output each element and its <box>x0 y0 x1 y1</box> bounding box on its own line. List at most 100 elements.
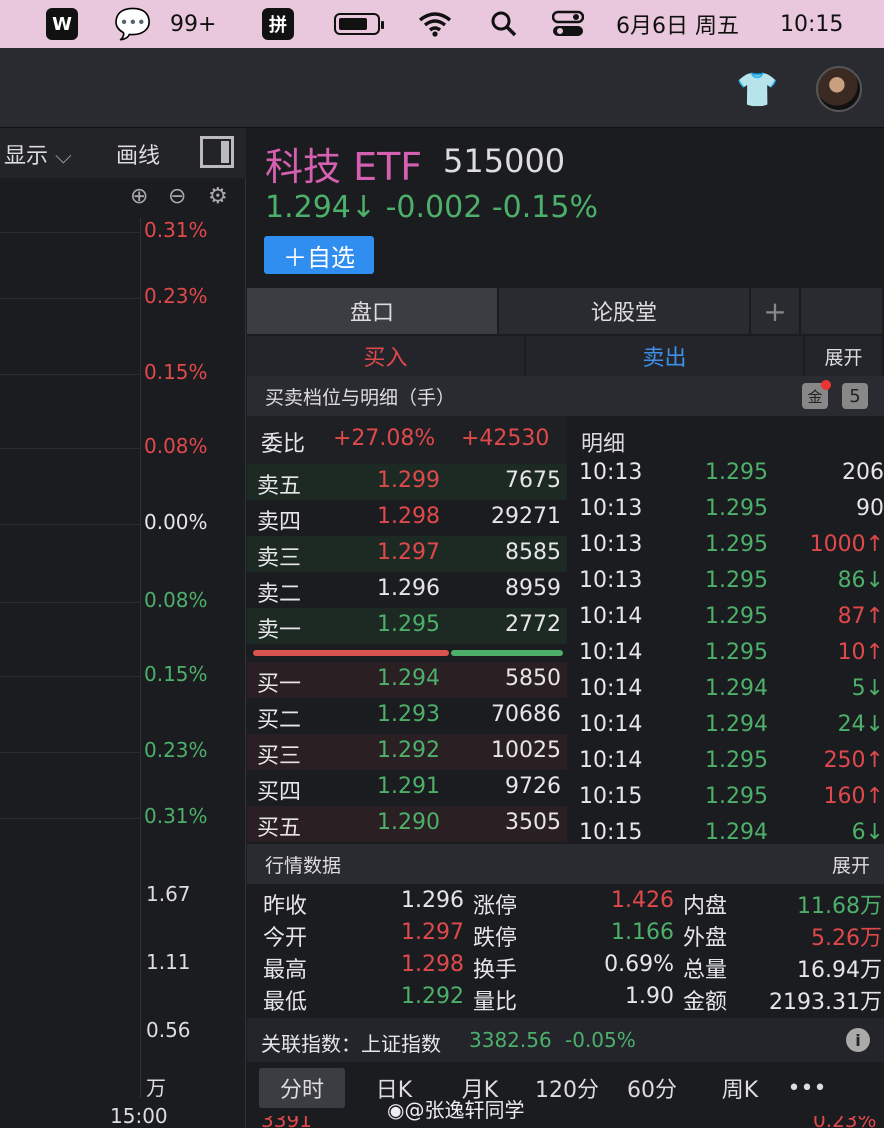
level-label: 买二 <box>257 708 302 733</box>
detail-time: 10:13 <box>579 532 643 557</box>
wechat-icon[interactable]: 💬 <box>114 0 151 48</box>
period-tab[interactable]: 60分 <box>615 1068 689 1108</box>
period-tab[interactable]: 120分 <box>525 1068 609 1108</box>
assoc-label: 关联指数：上证指数 <box>261 1032 441 1056</box>
level-label: 买四 <box>257 780 302 805</box>
detail-time: 10:14 <box>579 676 643 701</box>
grid-line <box>0 232 140 233</box>
panel-tabs: 盘口 论股堂 + <box>247 288 884 334</box>
bid-level-row[interactable]: 买四 1.291 9726 <box>247 770 567 806</box>
market-label: 金额 <box>683 990 728 1015</box>
level-label: 卖二 <box>257 582 302 607</box>
detail-volume: 10↑ <box>837 640 884 665</box>
volume-tick-label: 万 <box>146 1076 166 1100</box>
info-icon[interactable]: i <box>846 1028 870 1052</box>
expand-trade-button[interactable]: 展开 <box>805 336 884 376</box>
detail-price: 1.294 <box>705 712 768 737</box>
ask-level-row[interactable]: 卖三 1.297 8585 <box>247 536 567 572</box>
time-axis-label: 15:00 <box>110 1104 168 1128</box>
chart-panel: 显示 ⌵ 画线 ⊕ ⊖ ⚙ 0.31% 0.23% 0.15% 0.08% 0.00% 0… <box>0 128 246 1128</box>
period-tab[interactable]: 周K <box>703 1068 777 1108</box>
market-value: 0.69% <box>604 952 674 977</box>
ask-level-row[interactable]: 卖二 1.296 8959 <box>247 572 567 608</box>
volume-tick-label: 1.67 <box>146 882 191 906</box>
gear-icon[interactable]: ⚙ <box>208 184 228 209</box>
grid-line <box>0 448 140 449</box>
period-tabs: 分时 日K 月K 120分 60分 周K ••• <box>247 1068 884 1112</box>
level-volume: 3505 <box>505 810 561 835</box>
period-tab[interactable]: 分时 <box>259 1068 345 1108</box>
level-price: 1.296 <box>377 576 440 601</box>
bid-level-row[interactable]: 买二 1.293 70686 <box>247 698 567 734</box>
level-price: 1.291 <box>377 774 440 799</box>
bottom-right-value: 0.23% <box>813 1116 877 1128</box>
level-volume: 2772 <box>505 612 561 637</box>
ask-level-row[interactable]: 卖一 1.295 2772 <box>247 608 567 644</box>
assoc-value: 3382.56 <box>469 1028 552 1052</box>
tab-forum[interactable]: 论股堂 <box>499 288 751 334</box>
percent-tick-label: 0.23% <box>144 738 208 762</box>
trade-buttons: 买入 卖出 展开 <box>247 336 884 376</box>
chart-header: 显示 ⌵ 画线 <box>0 128 246 178</box>
assoc-pct: -0.05% <box>565 1028 636 1052</box>
detail-row: 10:14 1.294 5↓ <box>569 672 884 708</box>
pinyin-input-icon[interactable]: 拼 <box>262 0 294 48</box>
add-tab-button[interactable]: + <box>751 288 801 334</box>
grid-line <box>0 602 140 603</box>
level-label: 卖三 <box>257 546 302 571</box>
tab-pankou[interactable]: 盘口 <box>247 288 499 334</box>
draw-line-button[interactable]: 画线 <box>116 138 160 170</box>
avatar[interactable] <box>816 66 862 112</box>
level-volume: 7675 <box>505 468 561 493</box>
market-label: 外盘 <box>683 926 728 951</box>
search-icon[interactable] <box>490 0 518 48</box>
wechat-badge: 99+ <box>170 11 217 37</box>
market-value: 16.94万 <box>797 958 882 983</box>
detail-row: 10:14 1.295 10↑ <box>569 636 884 672</box>
period-tab[interactable]: ••• <box>777 1068 837 1108</box>
add-watchlist-button[interactable]: ＋自选 <box>264 236 374 274</box>
menubar-date[interactable]: 6月6日 周五 <box>616 0 739 48</box>
skin-shirt-icon[interactable]: 👕 <box>736 70 778 110</box>
percent-tick-label: 0.31% <box>144 218 208 242</box>
wifi-icon[interactable] <box>418 0 452 48</box>
bid-level-row[interactable]: 买一 1.294 5850 <box>247 662 567 698</box>
level-price: 1.290 <box>377 810 440 835</box>
gold-icon[interactable]: 金 <box>802 380 831 409</box>
level-label: 买五 <box>257 816 302 841</box>
detail-title: 明细 <box>581 432 626 457</box>
detail-price: 1.295 <box>705 784 768 809</box>
detail-price: 1.295 <box>705 532 768 557</box>
buy-button[interactable]: 买入 <box>247 336 526 376</box>
ask-level-row[interactable]: 卖五 1.299 7675 <box>247 464 567 500</box>
zoom-in-icon[interactable]: ⊕ <box>130 184 148 209</box>
zoom-out-icon[interactable]: ⊖ <box>168 184 186 209</box>
level-price: 1.292 <box>377 738 440 763</box>
level-volume: 9726 <box>505 774 561 799</box>
battery-icon[interactable] <box>334 0 384 48</box>
market-value: 1.426 <box>611 888 674 913</box>
grid-line <box>0 676 140 677</box>
panel-toggle-icon[interactable] <box>200 136 234 168</box>
expand-market-button[interactable]: 展开 <box>832 851 870 878</box>
detail-time: 10:14 <box>579 748 643 773</box>
associated-index[interactable]: 关联指数：上证指数 3382.56 -0.05% i <box>247 1018 884 1062</box>
chevron-down-icon: ⌵ <box>55 144 72 169</box>
market-data-grid: 昨收 1.296 涨停 1.426 内盘 11.68万 今开 1.297 跌停 1.166 外盘 5.… <box>247 884 884 1016</box>
detail-volume: 1000↑ <box>809 532 884 557</box>
bid-level-row[interactable]: 买五 1.290 3505 <box>247 806 567 842</box>
level-five-icon[interactable]: 5 <box>842 383 868 409</box>
ask-level-row[interactable]: 卖四 1.298 29271 <box>247 500 567 536</box>
sell-button[interactable]: 卖出 <box>526 336 805 376</box>
menu-bar: W 💬 99+ 拼 6月6日 周五 10:15 <box>0 0 884 48</box>
wps-icon[interactable]: W <box>46 0 78 48</box>
detail-time: 10:13 <box>579 460 643 485</box>
bottom-left-value: 3391 <box>261 1116 312 1128</box>
menubar-time[interactable]: 10:15 <box>780 0 843 48</box>
market-value: 1.90 <box>625 984 674 1009</box>
control-center-icon[interactable] <box>552 0 584 48</box>
percent-tick-label: 0.00% <box>144 510 208 534</box>
display-menu[interactable]: 显示 ⌵ <box>4 138 72 170</box>
stock-code: 515000 <box>443 142 566 180</box>
bid-level-row[interactable]: 买三 1.292 10025 <box>247 734 567 770</box>
